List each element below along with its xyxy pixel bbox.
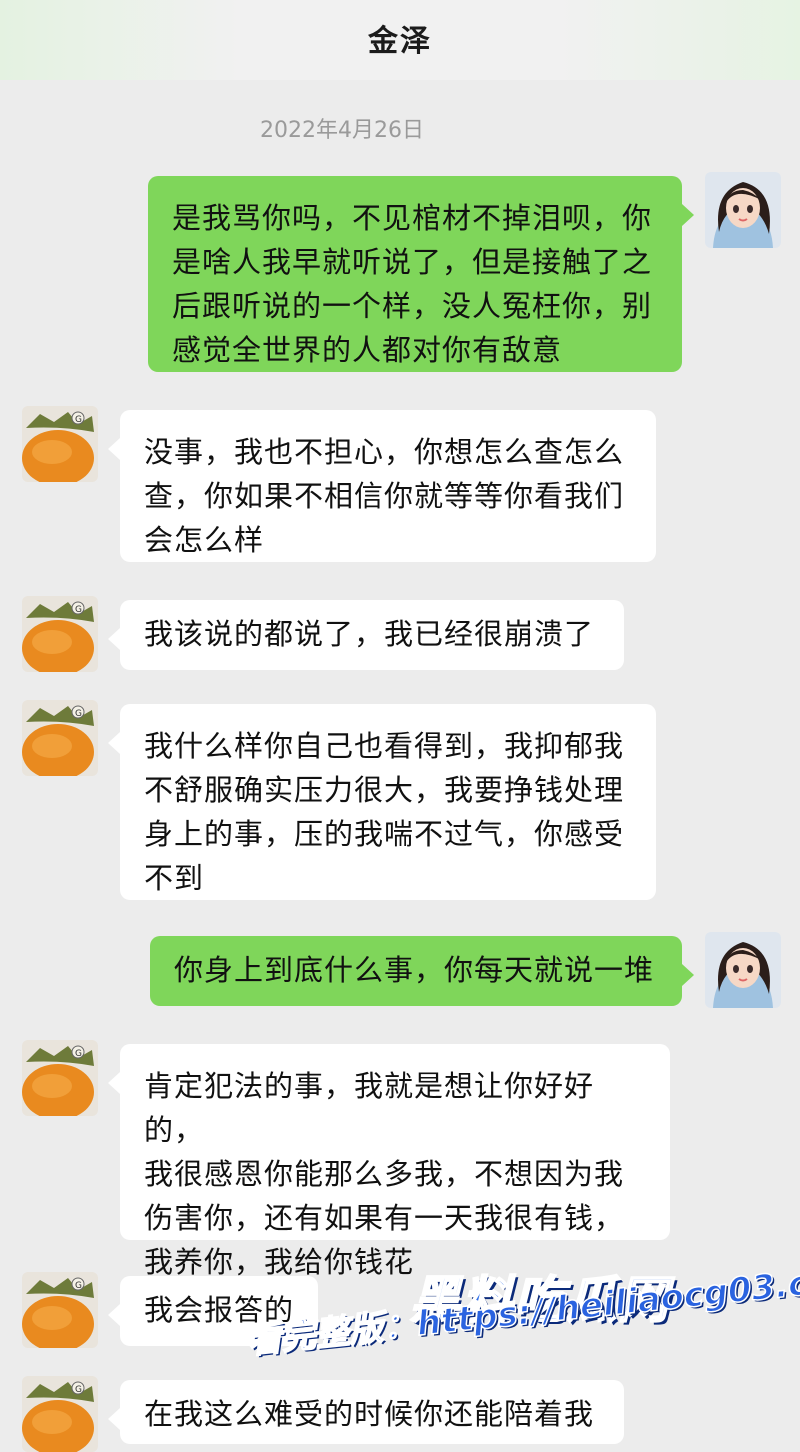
orange-cartoon-avatar-icon[interactable]: G — [22, 596, 98, 672]
orange-cartoon-avatar-icon[interactable]: G — [22, 1376, 98, 1452]
message-bubble-incoming[interactable]: 我会报答的 — [108, 1276, 318, 1346]
message-bubble-incoming[interactable]: 在我这么难受的时候你还能陪着我 — [108, 1380, 624, 1444]
message-bubble-incoming[interactable]: 我该说的都说了，我已经很崩溃了 — [108, 600, 624, 670]
message-bubble-incoming[interactable]: 我什么样你自己也看得到，我抑郁我 不舒服确实压力很大，我要挣钱处理 身上的事，压… — [108, 704, 656, 900]
message-bubble-incoming[interactable]: 肯定犯法的事，我就是想让你好好的， 我很感恩你能那么多我，不想因为我 伤害你，还… — [108, 1044, 670, 1279]
svg-text:G: G — [75, 415, 82, 425]
chat-title: 金泽 — [368, 24, 432, 59]
orange-cartoon-avatar-icon[interactable]: G — [22, 406, 98, 482]
svg-text:G: G — [75, 1049, 82, 1059]
orange-cartoon-avatar-icon[interactable]: G — [22, 1272, 98, 1348]
girl-avatar-icon[interactable] — [705, 932, 781, 1008]
watermark-logo: 黑料吃瓜网 — [409, 1270, 670, 1330]
message-timestamp: 2022年4月26日 — [260, 118, 424, 143]
svg-text:G: G — [75, 1281, 82, 1291]
message-bubble-outgoing[interactable]: 你身上到底什么事，你每天就说一堆 — [150, 936, 694, 1006]
top-bar: 金泽 — [0, 0, 800, 80]
svg-text:G: G — [75, 1385, 82, 1395]
message-bubble-outgoing[interactable]: 是我骂你吗，不见棺材不掉泪呗，你 是啥人我早就听说了，但是接触了之 后跟听说的一… — [148, 176, 694, 372]
svg-text:G: G — [75, 709, 82, 719]
orange-cartoon-avatar-icon[interactable]: G — [22, 700, 98, 776]
orange-cartoon-avatar-icon[interactable]: G — [22, 1040, 98, 1116]
girl-avatar-icon[interactable] — [705, 172, 781, 248]
svg-text:G: G — [75, 605, 82, 615]
message-bubble-incoming[interactable]: 没事，我也不担心，你想怎么查怎么 查，你如果不相信你就等等你看我们 会怎么样 — [108, 410, 656, 562]
